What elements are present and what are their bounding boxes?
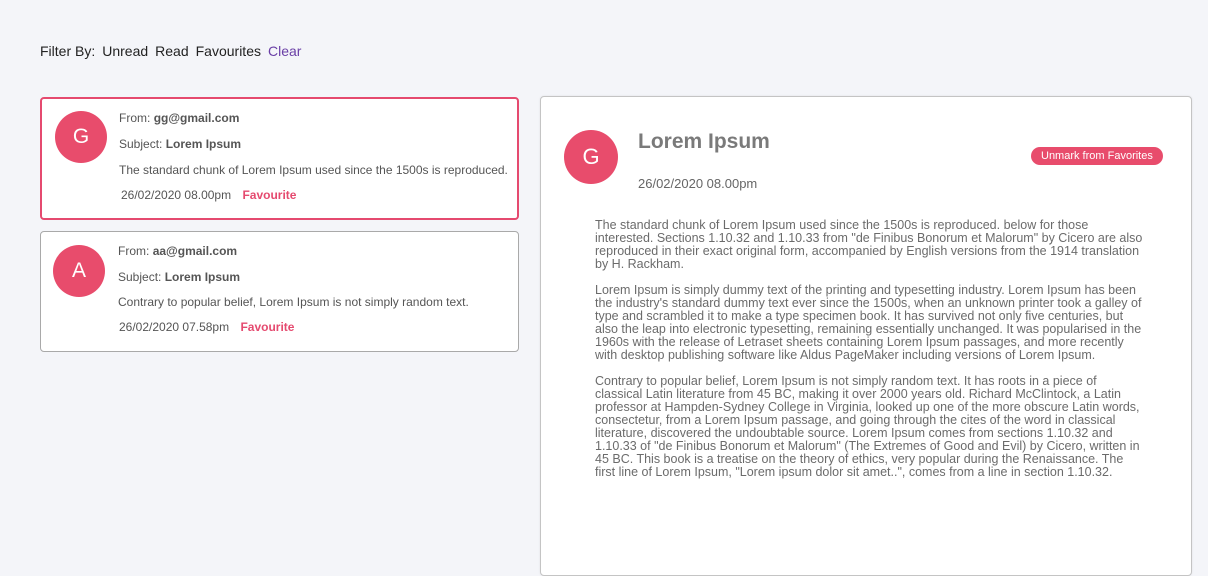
avatar: A — [53, 245, 105, 297]
email-from-address: aa@gmail.com — [152, 244, 238, 258]
email-subject: Subject: Lorem Ipsum — [118, 270, 241, 284]
detail-subject: Lorem Ipsum — [638, 130, 770, 153]
email-subject: Subject: Lorem Ipsum — [119, 137, 242, 151]
email-from: From: gg@gmail.com — [119, 111, 240, 125]
favourite-link[interactable]: Favourite — [240, 320, 294, 334]
filter-read[interactable]: Read — [155, 43, 188, 59]
filter-label: Filter By: — [40, 43, 96, 59]
email-date: 26/02/2020 08.00pm — [121, 188, 232, 202]
detail-paragraph: Contrary to popular belief, Lorem Ipsum … — [595, 374, 1140, 479]
favourite-link[interactable]: Favourite — [242, 188, 296, 202]
detail-body: The standard chunk of Lorem Ipsum used s… — [595, 219, 1143, 492]
filter-unread[interactable]: Unread — [102, 43, 148, 59]
detail-paragraph: Lorem Ipsum is simply dummy text of the … — [595, 283, 1142, 362]
email-from: From: aa@gmail.com — [118, 244, 238, 258]
email-date: 26/02/2020 07.58pm — [119, 320, 230, 334]
email-snippet: Contrary to popular belief, Lorem Ipsum … — [118, 295, 469, 309]
filter-favourites[interactable]: Favourites — [196, 43, 261, 59]
email-from-address: gg@gmail.com — [153, 111, 240, 125]
email-subject-text: Lorem Ipsum — [165, 137, 242, 151]
email-snippet: The standard chunk of Lorem Ipsum used s… — [119, 163, 508, 177]
email-list-item[interactable]: G From: gg@gmail.com Subject: Lorem Ipsu… — [40, 97, 519, 220]
email-meta: 26/02/2020 08.00pm Favourite — [121, 188, 296, 202]
email-meta: 26/02/2020 07.58pm Favourite — [119, 320, 294, 334]
detail-paragraph: The standard chunk of Lorem Ipsum used s… — [595, 218, 1143, 271]
detail-avatar: G — [564, 130, 618, 184]
detail-date: 26/02/2020 08.00pm — [638, 176, 758, 191]
email-subject-text: Lorem Ipsum — [164, 270, 241, 284]
email-detail-pane: G Lorem Ipsum 26/02/2020 08.00pm Unmark … — [540, 96, 1192, 576]
filter-clear-link[interactable]: Clear — [268, 43, 301, 59]
avatar: G — [55, 111, 107, 163]
unmark-favorites-button[interactable]: Unmark from Favorites — [1031, 147, 1163, 165]
email-list-item[interactable]: A From: aa@gmail.com Subject: Lorem Ipsu… — [40, 231, 519, 352]
filter-bar: Filter By: Unread Read Favourites Clear — [40, 43, 301, 59]
